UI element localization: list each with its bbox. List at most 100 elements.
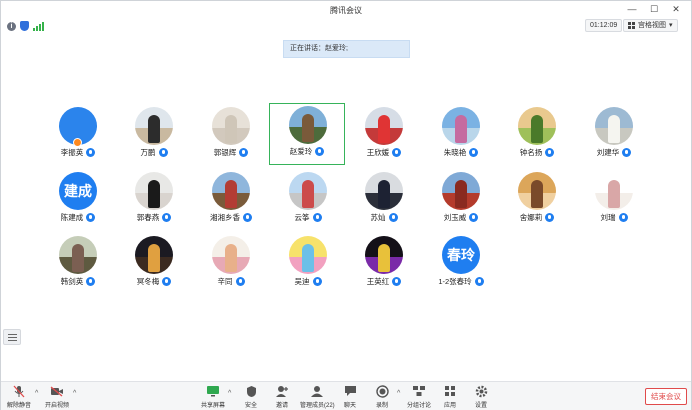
microphone-icon — [469, 213, 479, 222]
title-bar: 腾讯会议 — ☐ ✕ — [1, 1, 691, 19]
participant-name-row: 刘瑞 — [576, 212, 652, 223]
participant-name: 苏灿 — [370, 213, 386, 222]
participant-tile[interactable]: 建成 陈建成 — [40, 170, 116, 232]
avatar — [365, 107, 403, 145]
participant-tile[interactable]: 韩剑英 — [40, 234, 116, 296]
participant-name: 万鹏 — [140, 148, 156, 157]
security-button[interactable]: 安全 — [244, 384, 258, 410]
view-mode-label: 宫格视图 — [638, 22, 666, 29]
participant-name-row: 云筝 — [270, 212, 346, 223]
apps-grid-icon — [443, 384, 457, 398]
manage-members-button[interactable]: 管理成员(22) — [300, 384, 335, 410]
participant-name: 李振英 — [60, 148, 84, 157]
participant-tile[interactable]: 冥冬梅 — [116, 234, 192, 296]
video-options-caret[interactable]: ^ — [73, 390, 76, 397]
share-options-caret[interactable]: ^ — [228, 390, 231, 397]
breakout-button[interactable]: 分组讨论 — [407, 384, 431, 410]
participant-name-row: 舍娜莉 — [499, 212, 575, 223]
invite-label: 邀请 — [275, 403, 288, 409]
participant-name-row: 王英红 — [346, 276, 422, 287]
settings-button[interactable]: 设置 — [474, 384, 488, 410]
participant-tile[interactable]: 赵爱玲 — [269, 103, 345, 165]
participant-name-row: 王欣媛 — [346, 147, 422, 158]
participant-name-row: 吴迪 — [270, 276, 346, 287]
list-toggle-icon[interactable] — [3, 329, 21, 345]
apps-button[interactable]: 应用 — [443, 384, 457, 410]
participant-tile[interactable]: 苏灿 — [346, 170, 422, 232]
participant-tile[interactable]: 钟名扬 — [499, 105, 575, 167]
participant-name: 钟名扬 — [519, 148, 543, 157]
participant-name-row: 刘建华 — [576, 147, 652, 158]
participant-name: 赵爱玲 — [289, 147, 313, 156]
participant-tile[interactable]: 刘玉威 — [423, 170, 499, 232]
participant-tile[interactable]: 云筝 — [270, 170, 346, 232]
avatar — [289, 172, 327, 210]
close-icon[interactable]: ✕ — [665, 2, 687, 16]
meeting-timer: 01:12:09 — [585, 19, 623, 32]
participant-tile[interactable]: 王英红 — [346, 234, 422, 296]
view-mode-button[interactable]: 宫格视图 ▾ — [623, 19, 678, 32]
invite-button[interactable]: 邀请 — [275, 384, 289, 410]
avatar — [595, 172, 633, 210]
microphone-icon — [392, 148, 402, 157]
avatar — [442, 107, 480, 145]
signal-icon[interactable] — [33, 21, 44, 31]
participant-name-row: 钟名扬 — [499, 147, 575, 158]
participant-tile[interactable]: 郭银辉 — [193, 105, 269, 167]
avatar: 建成 — [59, 172, 97, 210]
participant-tile[interactable]: 王欣媛 — [346, 105, 422, 167]
participant-tile[interactable]: 刘建华 — [576, 105, 652, 167]
record-button[interactable]: 录制 — [375, 384, 389, 410]
participant-name: 湘湘乡香 — [210, 213, 240, 222]
participant-name-row: 郭春燕 — [116, 212, 192, 223]
participant-tile[interactable]: 李振英 — [40, 105, 116, 167]
participant-tile[interactable]: 郭春燕 — [116, 170, 192, 232]
participant-tile[interactable]: 辛同 — [193, 234, 269, 296]
participant-name-row: 1-2张春玲 — [423, 276, 499, 287]
participant-name-row: 万鹏 — [116, 147, 192, 158]
security-shield-icon — [244, 384, 258, 398]
window-controls: — ☐ ✕ — [621, 2, 687, 16]
participant-tile[interactable]: 春玲 1-2张春玲 — [423, 234, 499, 296]
participant-name: 冥冬梅 — [136, 277, 160, 286]
end-meeting-button[interactable]: 结束会议 — [645, 388, 687, 405]
participant-tile[interactable]: 刘瑞 — [576, 170, 652, 232]
microphone-icon — [545, 148, 555, 157]
participant-tile[interactable]: 朱晓艳 — [423, 105, 499, 167]
avatar — [365, 172, 403, 210]
avatar — [135, 236, 173, 274]
microphone-icon — [235, 277, 245, 286]
participant-tile[interactable]: 舍娜莉 — [499, 170, 575, 232]
participant-name: 王英红 — [366, 277, 390, 286]
settings-label: 设置 — [474, 403, 487, 409]
share-screen-button[interactable]: 共享屏幕 — [201, 384, 225, 410]
participant-tile[interactable]: 湘湘乡香 — [193, 170, 269, 232]
participant-tile[interactable]: 吴迪 — [270, 234, 346, 296]
participant-name: 王欣媛 — [366, 148, 390, 157]
participant-name-row: 湘湘乡香 — [193, 212, 269, 223]
chevron-down-icon: ▾ — [669, 22, 673, 29]
chat-label: 聊天 — [343, 403, 356, 409]
mute-button[interactable]: 解除静音 — [7, 384, 31, 410]
shield-icon[interactable] — [20, 21, 29, 31]
video-button[interactable]: 开启视频 — [45, 384, 69, 410]
record-options-caret[interactable]: ^ — [397, 390, 400, 397]
microphone-icon — [243, 213, 252, 222]
participant-name: 辛同 — [217, 277, 233, 286]
maximize-icon[interactable]: ☐ — [643, 2, 665, 16]
meeting-info-bar: i 01:12:09 宫格视图 ▾ — [1, 19, 691, 33]
info-icon[interactable]: i — [7, 21, 16, 31]
microphone-icon — [469, 148, 479, 157]
microphone-icon — [545, 213, 555, 222]
minimize-icon[interactable]: — — [621, 2, 643, 16]
participant-tile[interactable]: 万鹏 — [116, 105, 192, 167]
microphone-muted-icon — [12, 384, 26, 398]
microphone-icon — [312, 213, 322, 222]
microphone-icon — [162, 277, 172, 286]
participant-name-row: 赵爱玲 — [270, 146, 344, 157]
security-label: 安全 — [244, 403, 257, 409]
mute-options-caret[interactable]: ^ — [35, 390, 38, 397]
microphone-icon — [618, 213, 628, 222]
record-label: 录制 — [375, 403, 388, 409]
chat-button[interactable]: 聊天 — [343, 384, 357, 410]
